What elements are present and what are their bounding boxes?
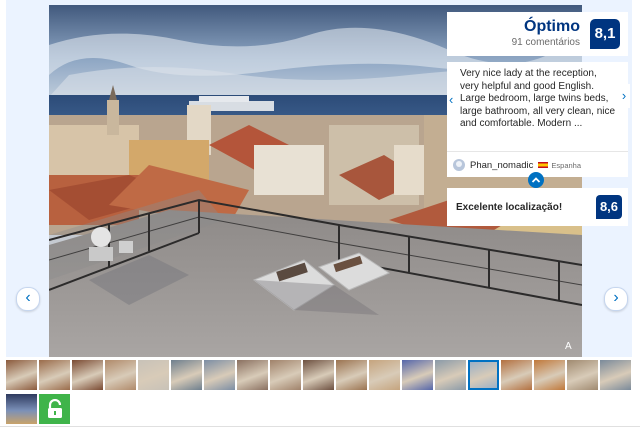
thumbnail-image[interactable] — [567, 360, 598, 390]
review-count[interactable]: 91 comentários — [512, 37, 580, 48]
spain-flag-icon — [538, 162, 549, 168]
thumbnail-image[interactable] — [204, 360, 235, 390]
thumbnail-image[interactable] — [138, 360, 169, 390]
main-photo[interactable]: A — [49, 5, 582, 357]
thumbnail-image[interactable] — [534, 360, 565, 390]
score-badge: 8,1 — [590, 19, 620, 49]
location-score-badge: 8,6 — [596, 195, 622, 219]
thumbnail-image[interactable] — [369, 360, 400, 390]
reviewer-name: Phan_nomadic — [470, 159, 534, 171]
thumbnail-image[interactable] — [303, 360, 334, 390]
thumbnail-strip — [6, 360, 636, 428]
thumbnail-image[interactable] — [270, 360, 301, 390]
score-word: Óptimo — [524, 18, 580, 35]
review-text: Very nice lady at the reception, very he… — [460, 68, 616, 130]
thumbnail-image[interactable] — [336, 360, 367, 390]
review-divider — [447, 151, 628, 152]
thumbnail-image[interactable] — [237, 360, 268, 390]
thumbnail-image[interactable] — [39, 360, 70, 390]
gallery-prev-button[interactable]: ‹ — [16, 287, 40, 311]
thumbnail-image[interactable] — [435, 360, 466, 390]
svg-text:A: A — [565, 341, 572, 352]
avatar — [453, 159, 465, 171]
collapse-icon[interactable] — [528, 172, 544, 188]
thumbnail-image[interactable] — [600, 360, 631, 390]
location-label: Excelente localização! — [456, 202, 563, 213]
gallery-next-button[interactable]: › — [604, 287, 628, 311]
review-prev-button[interactable]: ‹ — [449, 92, 453, 107]
thumbnail-image[interactable] — [402, 360, 433, 390]
review-score-card[interactable]: Óptimo 91 comentários 8,1 — [447, 12, 628, 56]
location-score-card: Excelente localização! 8,6 — [447, 188, 628, 226]
review-snippet-card: Very nice lady at the reception, very he… — [447, 62, 628, 177]
reviewer-info: Phan_nomadic Espanha — [453, 158, 581, 172]
thumbnail-image[interactable] — [6, 360, 37, 390]
thumbnail-image[interactable] — [105, 360, 136, 390]
thumbnail-image[interactable] — [468, 360, 499, 390]
thumbnail-image[interactable] — [501, 360, 532, 390]
thumbnail-image[interactable] — [72, 360, 103, 390]
thumbnail-image[interactable] — [6, 394, 37, 424]
divider — [0, 426, 640, 427]
lock-open-icon[interactable] — [39, 394, 70, 424]
reviewer-country: Espanha — [551, 160, 581, 170]
thumbnail-image[interactable] — [171, 360, 202, 390]
review-next-button[interactable]: › — [618, 84, 630, 108]
